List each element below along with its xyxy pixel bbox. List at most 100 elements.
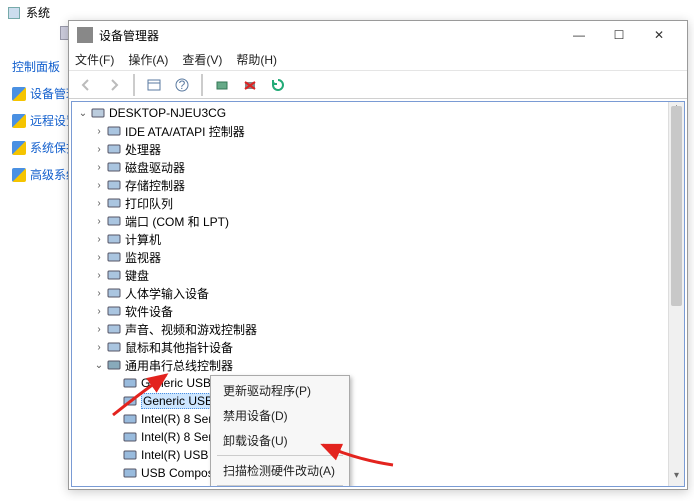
expand-icon[interactable]: › — [92, 216, 106, 227]
scrollbar-thumb[interactable] — [671, 106, 682, 306]
device-icon — [106, 124, 122, 138]
tree-category[interactable]: ›人体学输入设备 — [76, 284, 680, 302]
tree-item-label: 键盘 — [125, 267, 149, 284]
device-icon — [106, 178, 122, 192]
device-icon — [90, 106, 106, 120]
menu-action[interactable]: 操作(A) — [128, 51, 168, 68]
tree-device-usb[interactable]: USB Composit — [76, 464, 680, 482]
device-icon — [122, 466, 138, 480]
ctx-uninstall-device[interactable]: 卸载设备(U) — [213, 428, 347, 453]
menu-file[interactable]: 文件(F) — [75, 51, 114, 68]
tree-category[interactable]: › 声音、视频和游戏控制器 — [76, 320, 680, 338]
device-icon — [106, 268, 122, 282]
window-title: 设备管理器 — [99, 27, 559, 44]
tree-category-usb[interactable]: ⌄通用串行总线控制器 — [76, 356, 680, 374]
expand-icon[interactable]: › — [92, 198, 106, 209]
help-button[interactable]: ? — [171, 74, 193, 96]
shield-icon — [12, 114, 26, 128]
separator — [201, 74, 203, 96]
scroll-down-icon[interactable]: ▾ — [669, 470, 684, 486]
device-tree[interactable]: ⌄DESKTOP-NJEU3CG › IDE ATA/ATAPI 控制器 › 处理器›磁… — [71, 101, 685, 487]
expand-icon[interactable]: › — [92, 270, 106, 281]
tree-item-label: 端口 (COM 和 LPT) — [125, 213, 229, 230]
tree-device-usb[interactable]: Generic USB H — [76, 392, 680, 410]
tree-category[interactable]: › 计算机 — [76, 230, 680, 248]
expand-icon[interactable]: › — [92, 126, 106, 137]
cp-window-title: 系统 — [8, 4, 50, 21]
device-icon — [106, 286, 122, 300]
device-icon — [122, 448, 138, 462]
tree-item-label: 存储控制器 — [125, 177, 185, 194]
ctx-scan-hardware[interactable]: 扫描检测硬件改动(A) — [213, 458, 347, 483]
tree-category[interactable]: › 处理器 — [76, 140, 680, 158]
tree-category[interactable]: › 端口 (COM 和 LPT) — [76, 212, 680, 230]
tree-device-usb[interactable]: Intel(R) USB 3. — [76, 446, 680, 464]
expand-icon[interactable]: › — [92, 180, 106, 191]
separator — [133, 74, 135, 96]
tree-category[interactable]: › IDE ATA/ATAPI 控制器 — [76, 122, 680, 140]
svg-text:?: ? — [179, 78, 186, 92]
tree-device-usb[interactable]: USB Root Hub — [76, 482, 680, 487]
expand-icon[interactable]: ⌄ — [92, 360, 106, 371]
tree-category[interactable]: ›打印队列 — [76, 194, 680, 212]
toolbar: ? — [69, 71, 687, 99]
tree-item-label: 声音、视频和游戏控制器 — [125, 321, 257, 338]
cp-icon — [8, 7, 20, 19]
expand-icon[interactable]: › — [92, 306, 106, 317]
tree-item-label: IDE ATA/ATAPI 控制器 — [125, 123, 245, 140]
separator — [217, 485, 343, 486]
tree-item-label: 计算机 — [125, 231, 161, 248]
tree-device-usb[interactable]: Intel(R) 8 Serie — [76, 428, 680, 446]
expand-icon[interactable]: › — [92, 234, 106, 245]
ctx-disable-device[interactable]: 禁用设备(D) — [213, 403, 347, 428]
shield-icon — [12, 168, 26, 182]
device-icon — [106, 232, 122, 246]
app-icon — [77, 27, 93, 43]
tree-category[interactable]: ›软件设备 — [76, 302, 680, 320]
uninstall-button[interactable] — [239, 74, 261, 96]
shield-icon — [12, 141, 26, 155]
expand-icon[interactable]: › — [92, 324, 106, 335]
view-button[interactable] — [143, 74, 165, 96]
expand-icon[interactable]: › — [92, 144, 106, 155]
update-driver-button[interactable] — [267, 74, 289, 96]
device-icon — [122, 376, 138, 390]
expand-icon[interactable]: ⌄ — [76, 108, 90, 119]
close-button[interactable]: ✕ — [639, 21, 679, 49]
menubar[interactable]: 文件(F) 操作(A) 查看(V) 帮助(H) — [69, 49, 687, 71]
expand-icon[interactable]: › — [92, 288, 106, 299]
device-icon — [106, 304, 122, 318]
menu-help[interactable]: 帮助(H) — [236, 51, 277, 68]
tree-root[interactable]: ⌄DESKTOP-NJEU3CG — [76, 104, 680, 122]
vertical-scrollbar[interactable]: ▴ ▾ — [668, 102, 684, 486]
menu-view[interactable]: 查看(V) — [182, 51, 222, 68]
cp-title-text: 系统 — [26, 4, 50, 21]
tree-category[interactable]: ›鼠标和其他指针设备 — [76, 338, 680, 356]
tree-category[interactable]: ›监视器 — [76, 248, 680, 266]
device-icon — [106, 250, 122, 264]
forward-button[interactable] — [103, 74, 125, 96]
device-icon — [122, 430, 138, 444]
device-icon — [122, 394, 138, 408]
device-icon — [106, 214, 122, 228]
device-icon — [106, 340, 122, 354]
maximize-button[interactable]: ☐ — [599, 21, 639, 49]
tree-category[interactable]: › 键盘 — [76, 266, 680, 284]
tree-item-label: 处理器 — [125, 141, 161, 158]
tree-category[interactable]: ›磁盘驱动器 — [76, 158, 680, 176]
expand-icon[interactable]: › — [92, 162, 106, 173]
tree-container: ⌄DESKTOP-NJEU3CG › IDE ATA/ATAPI 控制器 › 处理器›磁… — [76, 104, 680, 487]
expand-icon[interactable]: › — [92, 252, 106, 263]
minimize-button[interactable]: — — [559, 21, 599, 49]
tree-device-usb[interactable]: Generic USB Hub — [76, 374, 680, 392]
tree-device-usb[interactable]: Intel(R) 8 Serie — [76, 410, 680, 428]
back-button[interactable] — [75, 74, 97, 96]
device-icon — [106, 160, 122, 174]
tree-category[interactable]: › 存储控制器 — [76, 176, 680, 194]
scan-hardware-button[interactable] — [211, 74, 233, 96]
device-icon — [106, 322, 122, 336]
titlebar[interactable]: 设备管理器 — ☐ ✕ — [69, 21, 687, 49]
expand-icon[interactable]: › — [92, 342, 106, 353]
ctx-update-driver[interactable]: 更新驱动程序(P) — [213, 378, 347, 403]
tree-item-label: USB Composit — [141, 466, 220, 480]
